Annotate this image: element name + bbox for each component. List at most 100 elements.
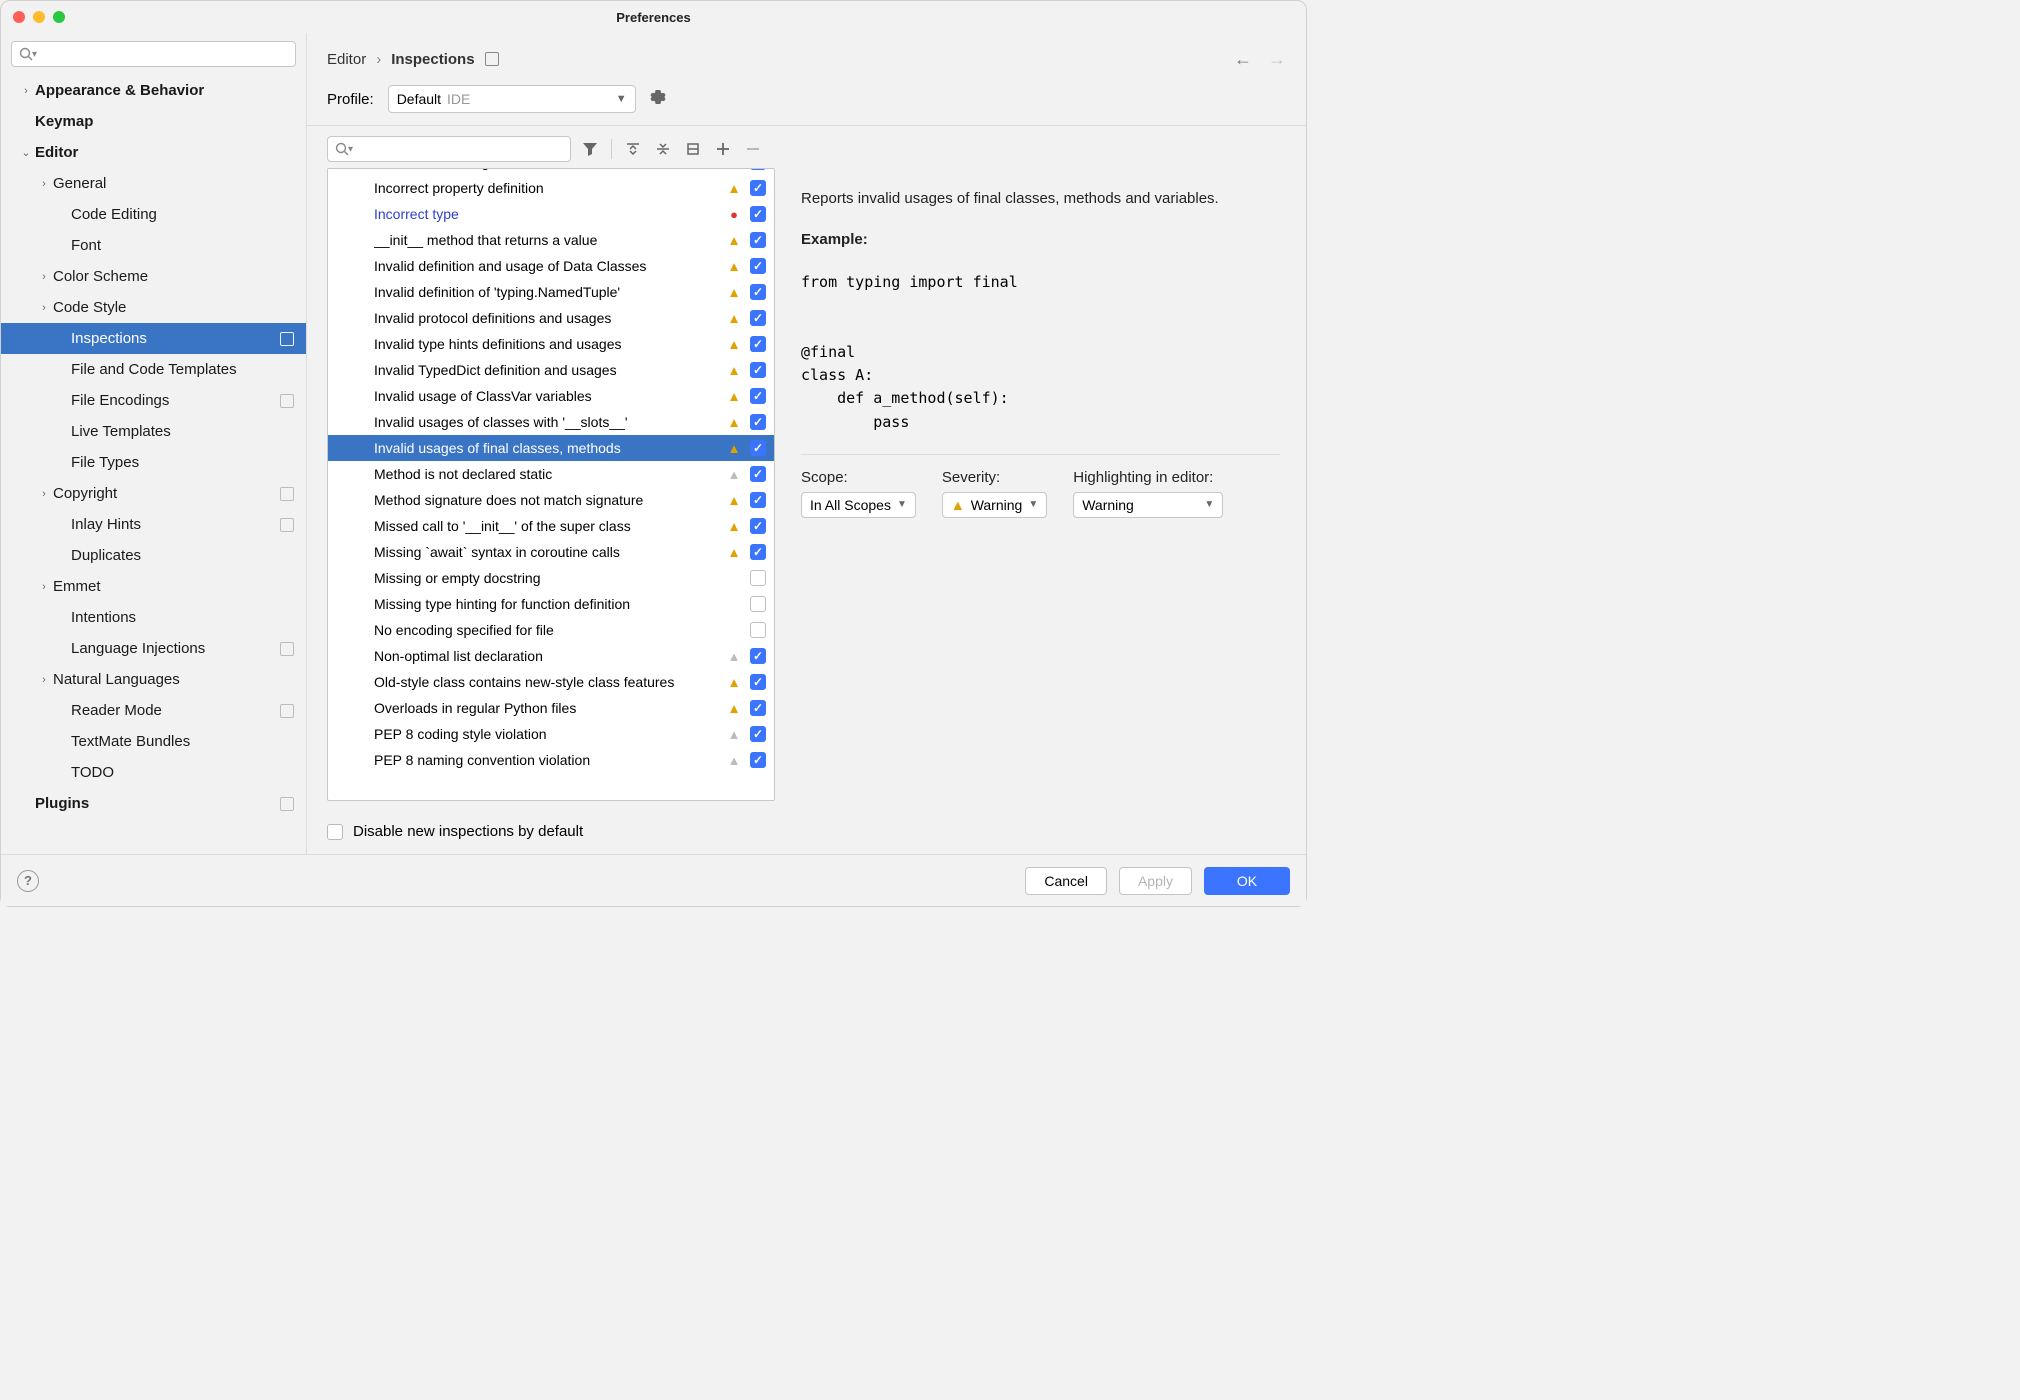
sidebar-item[interactable]: ⌄Editor <box>1 137 306 168</box>
inspection-checkbox[interactable] <box>750 726 766 742</box>
sidebar-item[interactable]: Language Injections <box>1 633 306 664</box>
inspection-checkbox[interactable] <box>750 674 766 690</box>
inspection-checkbox[interactable] <box>750 440 766 456</box>
inspections-search[interactable]: ▾ <box>327 136 571 162</box>
copy-settings-icon[interactable] <box>485 52 499 66</box>
inspection-row[interactable]: PEP 8 coding style violation▲ <box>328 721 774 747</box>
inspection-row[interactable]: No encoding specified for file <box>328 617 774 643</box>
inspection-row[interactable]: Missing `await` syntax in coroutine call… <box>328 539 774 565</box>
inspection-row[interactable]: Invalid protocol definitions and usages▲ <box>328 305 774 331</box>
inspection-checkbox[interactable] <box>750 752 766 768</box>
inspection-checkbox[interactable] <box>750 622 766 638</box>
inspection-label: __init__ method that returns a value <box>374 232 726 248</box>
expand-all-button[interactable] <box>622 138 644 160</box>
disable-new-inspections-checkbox[interactable] <box>327 824 343 840</box>
inspection-checkbox[interactable] <box>750 544 766 560</box>
sidebar-item[interactable]: Intentions <box>1 602 306 633</box>
gear-icon[interactable] <box>650 89 666 110</box>
inspection-checkbox[interactable] <box>750 492 766 508</box>
sidebar-item[interactable]: Live Templates <box>1 416 306 447</box>
severity-select[interactable]: ▲ Warning ▼ <box>942 492 1047 518</box>
help-button[interactable]: ? <box>17 870 39 892</box>
inspection-row[interactable]: Incorrect type● <box>328 201 774 227</box>
sidebar-item[interactable]: ›General <box>1 168 306 199</box>
highlighting-select[interactable]: Warning ▼ <box>1073 492 1223 518</box>
inspection-row[interactable]: Non-optimal list declaration▲ <box>328 643 774 669</box>
inspection-checkbox[interactable] <box>750 232 766 248</box>
filter-button[interactable] <box>579 138 601 160</box>
add-button[interactable] <box>712 138 734 160</box>
sidebar-item[interactable]: Keymap <box>1 106 306 137</box>
sidebar-item[interactable]: Reader Mode <box>1 695 306 726</box>
inspection-row[interactable]: Overloads in regular Python files▲ <box>328 695 774 721</box>
inspection-row[interactable]: Invalid TypedDict definition and usages▲ <box>328 357 774 383</box>
inspection-row[interactable]: Incorrect property definition▲ <box>328 175 774 201</box>
inspection-checkbox[interactable] <box>750 700 766 716</box>
inspection-checkbox[interactable] <box>750 388 766 404</box>
sidebar-item[interactable]: File and Code Templates <box>1 354 306 385</box>
sidebar-item[interactable]: Duplicates <box>1 540 306 571</box>
inspection-row[interactable]: Invalid usage of ClassVar variables▲ <box>328 383 774 409</box>
inspection-checkbox[interactable] <box>750 168 766 170</box>
inspection-checkbox[interactable] <box>750 648 766 664</box>
inspection-checkbox[interactable] <box>750 180 766 196</box>
inspection-row[interactable]: Method signature does not match signatur… <box>328 487 774 513</box>
reset-button[interactable] <box>682 138 704 160</box>
inspection-row[interactable]: Missed call to '__init__' of the super c… <box>328 513 774 539</box>
sidebar-item[interactable]: Inspections <box>1 323 306 354</box>
inspection-checkbox[interactable] <box>750 206 766 222</box>
inspection-checkbox[interactable] <box>750 284 766 300</box>
inspection-row[interactable]: Old-style class contains new-style class… <box>328 669 774 695</box>
sidebar-item-label: Inlay Hints <box>71 516 141 533</box>
sidebar-item[interactable]: Inlay Hints <box>1 509 306 540</box>
sidebar-search[interactable]: ▾ <box>11 41 296 67</box>
sidebar-item[interactable]: ›Color Scheme <box>1 261 306 292</box>
sidebar-tree[interactable]: ›Appearance & BehaviorKeymap⌄Editor›Gene… <box>1 75 306 854</box>
sidebar-item[interactable]: ›Appearance & Behavior <box>1 75 306 106</box>
sidebar-item[interactable]: ›Copyright <box>1 478 306 509</box>
inspections-list[interactable]: Incorrect docstring▲Incorrect property d… <box>327 168 775 801</box>
inspection-row[interactable]: __init__ method that returns a value▲ <box>328 227 774 253</box>
inspection-row[interactable]: Incorrect docstring▲ <box>328 168 774 175</box>
sidebar-item[interactable]: TODO <box>1 757 306 788</box>
inspection-checkbox[interactable] <box>750 414 766 430</box>
inspection-row[interactable]: Method is not declared static▲ <box>328 461 774 487</box>
sidebar-item[interactable]: ›Emmet <box>1 571 306 602</box>
inspection-checkbox[interactable] <box>750 570 766 586</box>
inspections-search-input[interactable] <box>353 142 564 157</box>
inspection-row[interactable]: PEP 8 naming convention violation▲ <box>328 747 774 773</box>
inspection-row[interactable]: Invalid type hints definitions and usage… <box>328 331 774 357</box>
sidebar-item[interactable]: Plugins <box>1 788 306 819</box>
sidebar-item[interactable]: TextMate Bundles <box>1 726 306 757</box>
inspection-checkbox[interactable] <box>750 518 766 534</box>
breadcrumb-parent[interactable]: Editor <box>327 51 366 68</box>
inspection-row[interactable]: Invalid usages of classes with '__slots_… <box>328 409 774 435</box>
inspection-row[interactable]: Invalid definition and usage of Data Cla… <box>328 253 774 279</box>
profile-select[interactable]: Default IDE ▼ <box>388 85 636 113</box>
profile-select-hint: IDE <box>447 91 470 107</box>
inspection-row[interactable]: Missing or empty docstring <box>328 565 774 591</box>
sidebar-item[interactable]: Code Editing <box>1 199 306 230</box>
inspection-row[interactable]: Invalid definition of 'typing.NamedTuple… <box>328 279 774 305</box>
sidebar-search-input[interactable] <box>37 47 289 62</box>
inspection-checkbox[interactable] <box>750 362 766 378</box>
sidebar-item[interactable]: ›Natural Languages <box>1 664 306 695</box>
scope-select[interactable]: In All Scopes ▼ <box>801 492 916 518</box>
inspection-checkbox[interactable] <box>750 310 766 326</box>
nav-back-button[interactable]: ← <box>1234 49 1252 70</box>
inspection-row[interactable]: Invalid usages of final classes, methods… <box>328 435 774 461</box>
inspection-checkbox[interactable] <box>750 466 766 482</box>
inspection-checkbox[interactable] <box>750 258 766 274</box>
sidebar-item[interactable]: Font <box>1 230 306 261</box>
sidebar-item[interactable]: File Types <box>1 447 306 478</box>
inspection-checkbox[interactable] <box>750 336 766 352</box>
sidebar-item[interactable]: File Encodings <box>1 385 306 416</box>
remove-button[interactable] <box>742 138 764 160</box>
project-badge-icon <box>280 704 294 718</box>
sidebar-item[interactable]: ›Code Style <box>1 292 306 323</box>
collapse-all-button[interactable] <box>652 138 674 160</box>
cancel-button[interactable]: Cancel <box>1025 867 1107 895</box>
inspection-row[interactable]: Missing type hinting for function defini… <box>328 591 774 617</box>
inspection-checkbox[interactable] <box>750 596 766 612</box>
ok-button[interactable]: OK <box>1204 867 1290 895</box>
